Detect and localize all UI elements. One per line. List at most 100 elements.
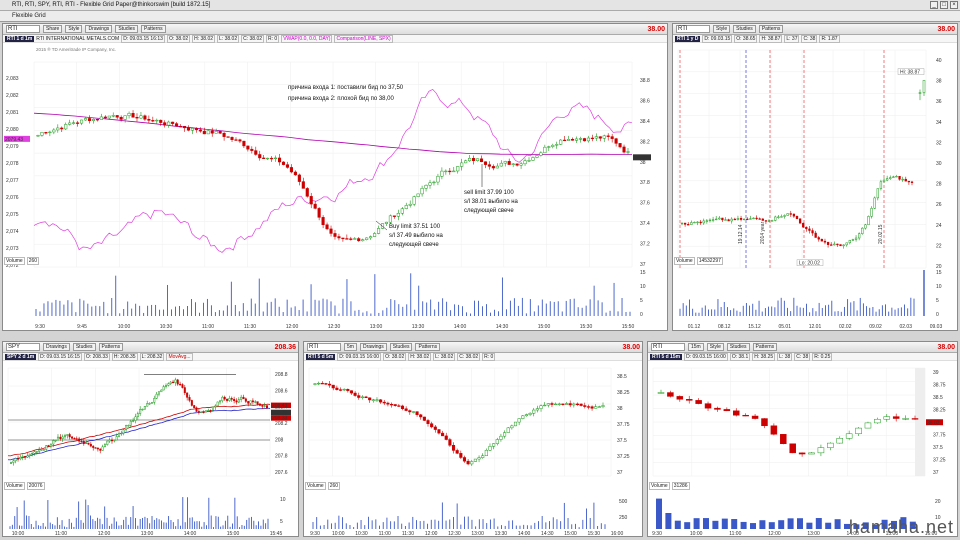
main-candle — [182, 125, 187, 129]
vline-label-1: 19.12.14 — [738, 224, 744, 244]
rti5-candle — [575, 403, 580, 405]
timeframe-button[interactable]: 15m — [688, 343, 704, 351]
timeframe-label[interactable]: RTI 5 d 15m — [650, 353, 683, 360]
studies-button[interactable]: Studies — [726, 343, 750, 351]
vol-tick: 10 — [936, 284, 942, 290]
spy-candle — [80, 440, 83, 443]
rti5-candle — [441, 432, 445, 437]
main-price-chart[interactable]: 2015 ® TD Ameritrade IP Company, Inc. 38.… — [4, 44, 667, 274]
style-button[interactable]: Style — [706, 343, 724, 351]
symbol-field[interactable]: RTI — [651, 343, 685, 351]
y-tick: 40 — [936, 58, 942, 64]
symbol-field[interactable]: RTI — [676, 25, 710, 33]
studies-button[interactable]: Studies — [733, 25, 756, 33]
rti5-candle — [543, 404, 547, 407]
spy-candle — [263, 405, 266, 407]
daily-candle — [854, 237, 858, 240]
y-tick: 26 — [936, 202, 942, 208]
minimize-button[interactable]: _ — [930, 1, 938, 9]
rti5-price-chart[interactable]: 38.5 38.25 38 37.75 37.5 37.25 37 — [305, 362, 642, 480]
main-candle — [535, 155, 539, 158]
studies-button[interactable]: Studies — [389, 343, 413, 351]
spy-candle — [31, 453, 34, 455]
timeframe-button[interactable]: 5m — [344, 343, 357, 351]
style-button[interactable]: Style — [65, 25, 83, 33]
daily-volume-chart[interactable]: 15 10 5 0 01.12 08.12 15.12 05.01 12.01 02.02 09.0… — [674, 266, 957, 330]
daily-candle — [733, 218, 736, 221]
symbol-field[interactable]: SPY — [6, 343, 40, 351]
spy-candle — [129, 420, 132, 426]
rti15-candle — [883, 416, 891, 420]
last-price: 38.00 — [937, 343, 955, 351]
rti15-candle — [704, 403, 712, 409]
volume-bar — [693, 518, 700, 529]
range-value: R: 0.25 — [812, 352, 833, 361]
main-candle — [483, 161, 487, 165]
comparison-study[interactable]: Comparison(LINE, SPX) — [334, 34, 393, 43]
rti5-candle — [397, 405, 401, 407]
patterns-button[interactable]: Patterns — [415, 343, 441, 351]
share-button[interactable]: Share — [43, 25, 63, 33]
main-candle — [479, 158, 484, 162]
spy-candle — [219, 400, 222, 403]
main-candle — [258, 154, 262, 159]
spy-candle — [174, 379, 177, 383]
main-candle — [373, 233, 377, 237]
symbol-field[interactable]: RTI — [307, 343, 341, 351]
rti5-candle — [513, 421, 518, 427]
volume-header: Volume 31286 — [649, 482, 690, 490]
grid-layout-label[interactable]: Flexible Grid — [12, 13, 46, 19]
rti5-candle — [521, 415, 525, 419]
x-tick: 15:45 — [270, 531, 283, 536]
main-candle — [507, 161, 511, 165]
close-button[interactable]: × — [950, 1, 958, 9]
y-tick-left: 2,076 — [6, 195, 19, 201]
x-tick: 15:00 — [564, 531, 577, 536]
spy-candle — [103, 444, 106, 448]
symbol-field[interactable]: RTI — [6, 25, 40, 33]
timeframe-label[interactable]: RTI 5 d 5m — [306, 353, 336, 360]
main-candle — [151, 120, 155, 122]
studies-button[interactable]: Studies — [72, 343, 96, 351]
studies-button[interactable]: Studies — [115, 25, 138, 33]
spy-candle — [258, 403, 261, 406]
daily-price-chart[interactable]: 40 38 36 34 32 30 28 26 24 22 20 19.12.14 2014 year 2… — [674, 44, 957, 274]
patterns-button[interactable]: Patterns — [752, 343, 778, 351]
movavg-study[interactable]: MovAvg... — [166, 352, 193, 361]
patterns-button[interactable]: Patterns — [758, 25, 784, 33]
daily-candle — [907, 180, 911, 183]
drawings-button[interactable]: Drawings — [85, 25, 113, 33]
drawings-button[interactable]: Drawings — [43, 343, 70, 351]
spy-volume-chart[interactable]: 10 5 10:00 11:00 12:00 13:00 14:00 15:00 15:45 — [4, 491, 298, 536]
spy-price-chart[interactable]: 208.8208.6208.4208.2208207.8207.6208.432… — [4, 362, 298, 480]
vwap-study[interactable]: VWAP(0.0, 0.0, DAY) — [281, 34, 333, 43]
timeframe-label[interactable]: SPY 2 d 1m — [5, 353, 37, 360]
timeframe-label[interactable]: RTI 1 y D — [675, 35, 701, 42]
timeframe-label[interactable]: RTI 1 d 1m — [5, 35, 35, 42]
y-tick: 207.8 — [275, 454, 288, 460]
patterns-button[interactable]: Patterns — [141, 25, 166, 33]
y-tick: 38.5 — [617, 374, 627, 380]
spy-candle — [242, 396, 245, 400]
spy-candle — [141, 408, 144, 411]
rti15-candle — [667, 392, 674, 397]
main-candle — [155, 119, 159, 122]
rti5-volume-chart[interactable]: 500 250 9:30 10:00 10:30 11:00 11:30 12:00 12:30… — [305, 491, 642, 536]
vol-tick: 10 — [640, 284, 646, 290]
style-button[interactable]: Style — [713, 25, 731, 33]
panel-rti-intraday: RTI Share Style Drawings Studies Pattern… — [2, 23, 668, 331]
y-tick-left: 2,073 — [6, 246, 19, 252]
vol-tick: 20 — [935, 499, 941, 505]
main-candle — [416, 193, 420, 197]
spy-candle — [233, 399, 236, 402]
vol-tick: 5 — [640, 298, 643, 304]
maximize-button[interactable]: □ — [940, 1, 948, 9]
main-volume-chart[interactable]: 15 10 5 0 9:30 9:45 10:00 10:30 11:00 11:30 12:00 1… — [4, 266, 667, 330]
volume-label: Volume — [4, 482, 25, 490]
rti5-candle — [360, 396, 364, 398]
y-tick: 38 — [936, 79, 942, 85]
patterns-button[interactable]: Patterns — [98, 343, 124, 351]
rti15-price-chart[interactable]: 3938.7538.538.253837.7537.537.253738.02 — [649, 362, 957, 480]
drawings-button[interactable]: Drawings — [359, 343, 387, 351]
main-candle — [606, 135, 610, 137]
